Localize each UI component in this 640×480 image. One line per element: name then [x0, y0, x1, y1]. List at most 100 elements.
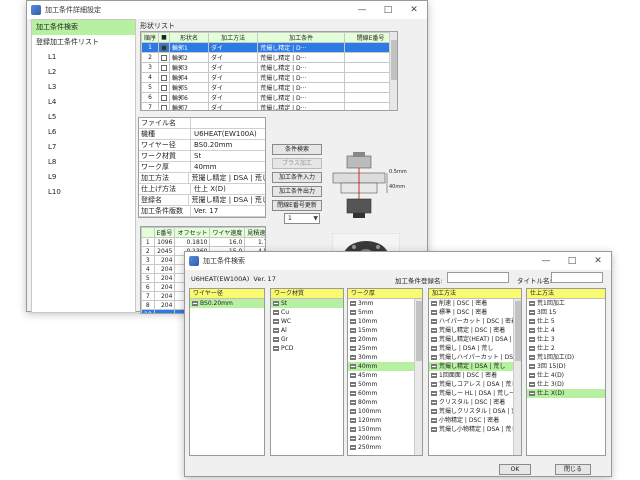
list-item[interactable]: 削速 | DSC | 密着: [429, 299, 521, 308]
condition-output-button[interactable]: 加工条件出力: [272, 186, 322, 197]
list-item[interactable]: 荒1回加工: [527, 299, 605, 308]
list-item[interactable]: 荒撮し小物精定 | DSA | 荒し: [429, 425, 521, 434]
list-item[interactable]: 仕上 3(D): [527, 380, 605, 389]
e-number-update-button[interactable]: 閉線E番号更新: [272, 200, 322, 211]
list-item[interactable]: 1回面面 | DSC | 密着: [429, 371, 521, 380]
list-item[interactable]: 10mm: [348, 317, 422, 326]
search-close-button[interactable]: ✕: [585, 256, 611, 266]
minimize-button[interactable]: —: [349, 5, 375, 15]
list-item[interactable]: 45mm: [348, 371, 422, 380]
list-item[interactable]: 60mm: [348, 389, 422, 398]
e-grid-column-header[interactable]: ワイヤ速度: [209, 227, 246, 238]
list-item[interactable]: 30mm: [348, 353, 422, 362]
condition-search-button[interactable]: 条件検索: [272, 144, 322, 155]
row-checkbox[interactable]: [161, 94, 168, 101]
list-item[interactable]: Al: [271, 326, 343, 335]
count-combo[interactable]: 1 ▼: [284, 213, 320, 224]
tree-item[interactable]: L6: [32, 125, 135, 140]
list-item[interactable]: 仕上 4(D): [527, 371, 605, 380]
list-item[interactable]: Gr: [271, 335, 343, 344]
reg-name-input[interactable]: [447, 272, 509, 283]
close-button[interactable]: ✕: [401, 5, 427, 15]
list-item[interactable]: 5mm: [348, 308, 422, 317]
table-row[interactable]: 2 輪郭2 ダイ 荒撮し精定 | D···: [141, 52, 397, 63]
table-row[interactable]: 1 輪郭1 ダイ 荒撮し精定 | D···: [141, 42, 397, 53]
row-checkbox-cell[interactable]: [158, 92, 171, 103]
list-item[interactable]: 200mm: [348, 434, 422, 443]
list-item[interactable]: 25mm: [348, 344, 422, 353]
list-item[interactable]: 3回 15: [527, 308, 605, 317]
list-item[interactable]: 荒撮し | DSA | 荒し: [429, 344, 521, 353]
title-input[interactable]: [551, 272, 603, 283]
list-item[interactable]: 仕上 4: [527, 326, 605, 335]
list-item[interactable]: Cu: [271, 308, 343, 317]
list-item[interactable]: 仕上 2: [527, 344, 605, 353]
maximize-button[interactable]: □: [375, 5, 401, 15]
row-checkbox[interactable]: [161, 84, 168, 91]
row-checkbox[interactable]: [161, 44, 168, 51]
row-checkbox-cell[interactable]: [158, 52, 171, 63]
list-item[interactable]: 150mm: [348, 425, 422, 434]
list-item[interactable]: 仕上 X(D): [527, 389, 605, 398]
condition-input-button[interactable]: 加工条件入力: [272, 172, 322, 183]
list-item[interactable]: 3回 15(D): [527, 362, 605, 371]
row-checkbox-cell[interactable]: [158, 102, 171, 110]
list-item[interactable]: 仕上 5: [527, 317, 605, 326]
table-row[interactable]: 3 輪郭3 ダイ 荒撮し精定 | D···: [141, 62, 397, 73]
tree-item[interactable]: L1: [32, 50, 135, 65]
e-grid-column-header[interactable]: 見積速度: [244, 227, 265, 238]
list-item[interactable]: クリスタル | DSC | 密着: [429, 398, 521, 407]
search-maximize-button[interactable]: □: [559, 256, 585, 266]
list-item[interactable]: 250mm: [348, 443, 422, 452]
tree-item[interactable]: L8: [32, 155, 135, 170]
e-grid-column-header[interactable]: オフセット: [174, 227, 211, 238]
tree-item[interactable]: 加工条件検索: [32, 20, 135, 35]
list-item[interactable]: 15mm: [348, 326, 422, 335]
list-item[interactable]: 荒撮し精定 | DSA | 荒し: [429, 362, 521, 371]
shape-list-column-header[interactable]: 順序: [141, 32, 160, 43]
row-checkbox[interactable]: [161, 74, 168, 81]
table-row[interactable]: 6 輪郭6 ダイ 荒撮し精定 | D···: [141, 92, 397, 103]
list-item[interactable]: 荒撮しクリスタル | DSA | 荒し: [429, 407, 521, 416]
list-item[interactable]: 小物精定 | DSC | 密着: [429, 416, 521, 425]
row-checkbox[interactable]: [161, 64, 168, 71]
tree-item[interactable]: L2: [32, 65, 135, 80]
shape-list-column-header[interactable]: 加工方法: [208, 32, 259, 43]
tree-item[interactable]: 登録加工条件リスト: [32, 35, 135, 50]
list-item[interactable]: ハイパーカット | DSC | 密着: [429, 317, 521, 326]
row-checkbox[interactable]: [161, 54, 168, 61]
list-scrollbar[interactable]: [513, 299, 521, 455]
list-item[interactable]: 仕上 3: [527, 335, 605, 344]
table-row[interactable]: 7 輪郭7 ダイ 荒撮し精定 | D···: [141, 102, 397, 110]
list-item[interactable]: PCD: [271, 344, 343, 353]
list-item[interactable]: 120mm: [348, 416, 422, 425]
list-item[interactable]: 荒撮しコアレス | DSA | 荒し: [429, 380, 521, 389]
list-item[interactable]: 荒撮し精定 | DSC | 密着: [429, 326, 521, 335]
shape-list-column-header[interactable]: 加工条件: [257, 32, 345, 43]
list-item[interactable]: BS0.20mm: [190, 299, 264, 308]
shape-list-scrollbar[interactable]: [389, 32, 397, 110]
row-checkbox-cell[interactable]: [158, 62, 171, 73]
list-item[interactable]: 40mm: [348, 362, 422, 371]
list-item[interactable]: 荒撮しー HL | DSA | 荒しー: [429, 389, 521, 398]
tree-item[interactable]: L5: [32, 110, 135, 125]
list-item[interactable]: WC: [271, 317, 343, 326]
row-checkbox-cell[interactable]: [158, 42, 171, 53]
tree-item[interactable]: L7: [32, 140, 135, 155]
list-item[interactable]: St: [271, 299, 343, 308]
tree-item[interactable]: L3: [32, 80, 135, 95]
row-checkbox-cell[interactable]: [158, 82, 171, 93]
tree-item[interactable]: L10: [32, 185, 135, 200]
list-item[interactable]: 荒1回加工(D): [527, 353, 605, 362]
e-grid-column-header[interactable]: E番号: [153, 227, 176, 238]
list-item[interactable]: 100mm: [348, 407, 422, 416]
list-item[interactable]: 荒撮し精定(HEAT) | DSA | ···: [429, 335, 521, 344]
list-item[interactable]: 標準 | DSC | 密着: [429, 308, 521, 317]
table-row[interactable]: 110960.181016.01.70: [141, 237, 265, 247]
tree-item[interactable]: L4: [32, 95, 135, 110]
row-checkbox-cell[interactable]: [158, 72, 171, 83]
close-dialog-button[interactable]: 閉じる: [555, 464, 591, 475]
list-item[interactable]: 荒撮しハイパーカット | DSA···: [429, 353, 521, 362]
ok-button[interactable]: OK: [499, 464, 531, 475]
table-row[interactable]: 4 輪郭4 ダイ 荒撮し精定 | D···: [141, 72, 397, 83]
